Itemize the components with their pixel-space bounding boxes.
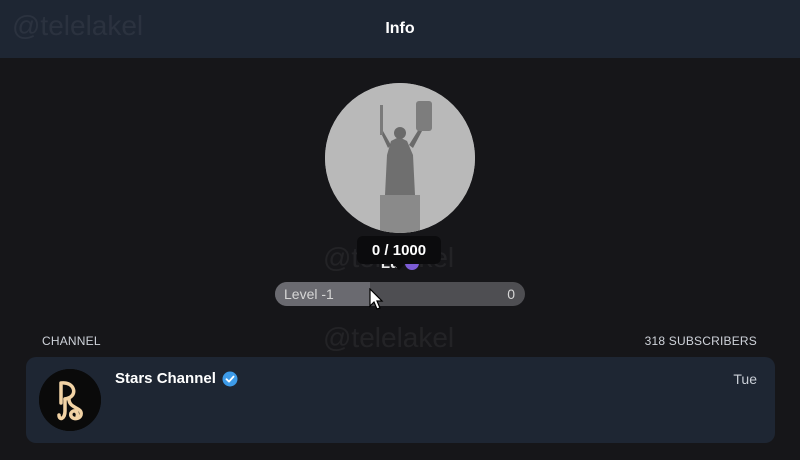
section-label-channel: CHANNEL: [42, 334, 101, 348]
channel-card[interactable]: Stars Channel Tue: [26, 357, 775, 443]
statue-icon: [325, 83, 475, 233]
level-tooltip: 0 / 1000: [357, 236, 441, 264]
verified-badge-icon: [222, 371, 238, 386]
watermark: @telelakel: [323, 322, 455, 353]
channel-name: Stars Channel: [115, 370, 216, 387]
tooltip-tail: [392, 263, 406, 270]
channel-last-post-date: Tue: [733, 371, 757, 387]
level-progress-bar[interactable]: Level -1 0: [275, 282, 525, 306]
stars-logo-icon: [39, 369, 101, 431]
level-label: Level -1: [284, 286, 334, 302]
header-title: Info: [385, 20, 415, 37]
channel-avatar: [39, 369, 101, 431]
profile-avatar[interactable]: [325, 83, 475, 233]
channel-name-row: Stars Channel: [115, 370, 238, 387]
header-bar: Info: [0, 0, 800, 58]
subscriber-count: 318 SUBSCRIBERS: [644, 334, 757, 348]
level-value: 0: [507, 286, 515, 302]
mouse-cursor-icon: [369, 288, 384, 310]
